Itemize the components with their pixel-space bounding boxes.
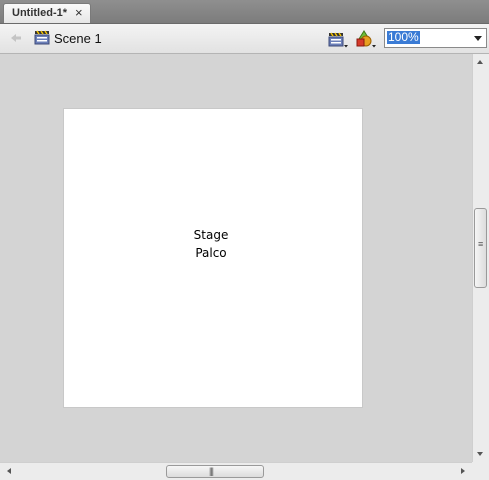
grip-icon: ||| bbox=[209, 466, 214, 476]
clapperboard-icon bbox=[34, 29, 50, 45]
close-icon[interactable]: × bbox=[75, 5, 83, 20]
edit-scene-button[interactable] bbox=[327, 29, 349, 49]
stage-text-line-2: Palco bbox=[195, 246, 227, 260]
horizontal-scrollbar[interactable]: ||| bbox=[0, 462, 472, 480]
clapperboard-dropdown-icon bbox=[328, 32, 348, 48]
zoom-value[interactable]: 100% bbox=[387, 31, 420, 44]
scene-label: Scene 1 bbox=[54, 31, 102, 46]
edit-symbols-button[interactable] bbox=[354, 29, 378, 49]
scroll-down-icon[interactable] bbox=[477, 452, 483, 456]
horizontal-scroll-thumb[interactable]: ||| bbox=[166, 465, 264, 478]
stage-text-line-1: Stage bbox=[193, 228, 229, 242]
scrollbar-corner bbox=[472, 462, 489, 480]
stage-text: Stage Palco bbox=[171, 226, 251, 262]
scroll-right-icon[interactable] bbox=[461, 468, 465, 474]
vertical-scroll-thumb[interactable]: ≡ bbox=[474, 208, 487, 288]
pasteboard[interactable]: Stage Palco bbox=[0, 54, 472, 462]
document-tab-bar: Untitled-1* × bbox=[0, 0, 489, 24]
vertical-scrollbar[interactable]: ≡ bbox=[472, 54, 489, 462]
back-arrow-icon[interactable] bbox=[8, 30, 24, 46]
shapes-dropdown-icon bbox=[356, 30, 376, 48]
document-tab[interactable]: Untitled-1* × bbox=[3, 3, 91, 23]
stage[interactable]: Stage Palco bbox=[63, 108, 363, 408]
zoom-combobox[interactable]: 100% bbox=[384, 28, 487, 48]
scroll-left-icon[interactable] bbox=[7, 468, 11, 474]
scroll-up-icon[interactable] bbox=[477, 60, 483, 64]
edit-bar: Scene 1 100% bbox=[0, 24, 489, 54]
document-tab-title: Untitled-1* bbox=[12, 7, 67, 19]
grip-icon: ≡ bbox=[478, 239, 483, 249]
chevron-down-icon[interactable] bbox=[474, 36, 482, 41]
